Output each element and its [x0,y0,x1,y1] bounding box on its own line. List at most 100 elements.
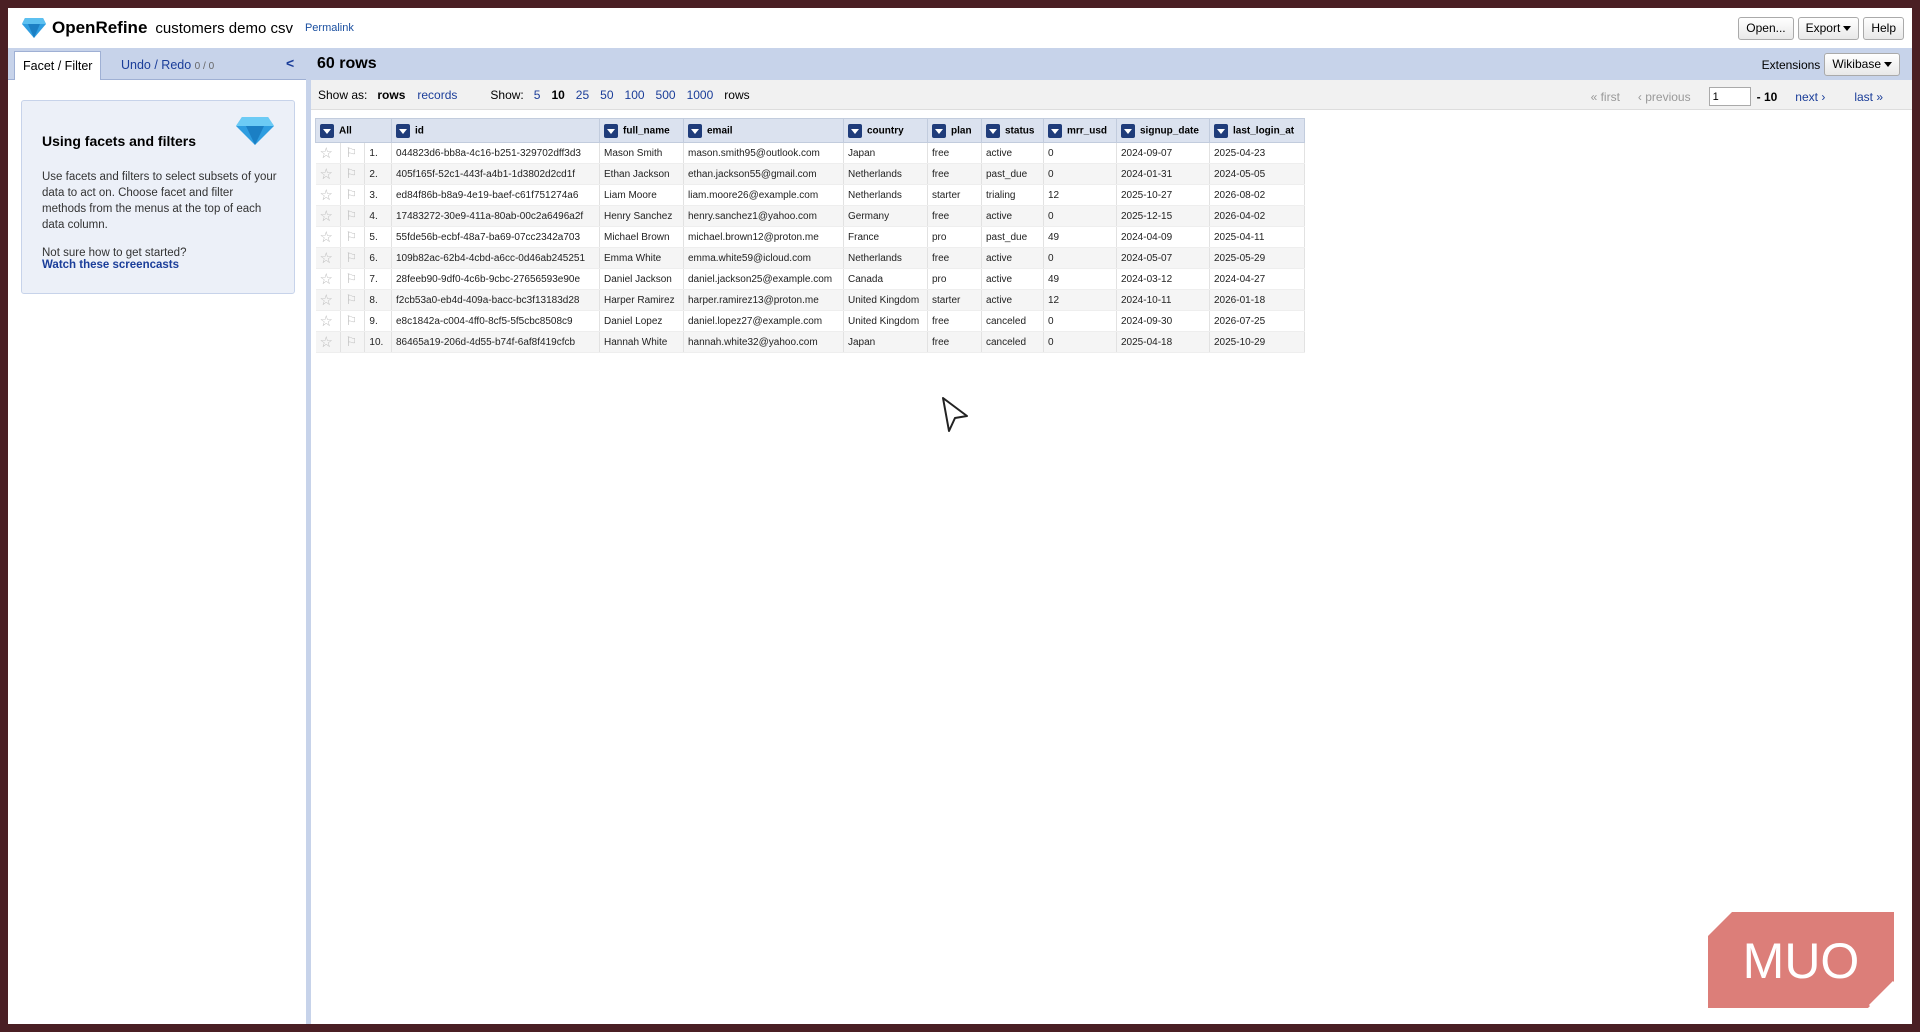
table-cell[interactable]: 2024-05-07 [1116,247,1210,269]
table-cell[interactable]: canceled [981,310,1044,332]
page-size-10[interactable]: 10 [551,88,564,102]
table-cell[interactable]: 2024-09-07 [1116,142,1210,164]
table-cell[interactable]: United Kingdom [843,289,928,311]
table-cell[interactable]: Japan [843,331,928,353]
table-cell[interactable]: Germany [843,205,928,227]
table-cell[interactable]: liam.moore26@example.com [683,184,844,206]
table-cell[interactable]: 55fde56b-ecbf-48a7-ba69-07cc2342a703 [391,226,600,248]
table-cell[interactable]: free [927,331,982,353]
first-page-link[interactable]: « first [1591,90,1620,104]
table-cell[interactable]: 2025-12-15 [1116,205,1210,227]
table-cell[interactable]: trialing [981,184,1044,206]
star-icon[interactable]: ☆ [315,142,342,164]
table-cell[interactable]: active [981,268,1044,290]
column-header-status[interactable]: status [981,118,1044,143]
table-cell[interactable]: 109b82ac-62b4-4cbd-a6cc-0d46ab245251 [391,247,600,269]
flag-icon[interactable]: ⚐ [340,226,366,248]
table-cell[interactable]: 2024-05-05 [1209,163,1305,185]
table-cell[interactable]: emma.white59@icloud.com [683,247,844,269]
table-cell[interactable]: Netherlands [843,184,928,206]
table-cell[interactable]: 2024-03-12 [1116,268,1210,290]
flag-icon[interactable]: ⚐ [340,247,366,269]
openrefine-logo-icon[interactable] [22,18,46,38]
table-cell[interactable]: Emma White [599,247,684,269]
table-cell[interactable]: michael.brown12@proton.me [683,226,844,248]
screencasts-link[interactable]: Watch these screencasts [42,259,276,271]
dropdown-icon[interactable] [1048,123,1062,138]
page-size-50[interactable]: 50 [600,88,613,102]
star-icon[interactable]: ☆ [315,163,342,185]
table-cell[interactable]: hannah.white32@yahoo.com [683,331,844,353]
table-cell[interactable]: Daniel Jackson [599,268,684,290]
table-cell[interactable]: Hannah White [599,331,684,353]
table-cell[interactable]: active [981,289,1044,311]
flag-icon[interactable]: ⚐ [340,268,366,290]
table-cell[interactable]: 2025-10-27 [1116,184,1210,206]
table-cell[interactable]: pro [927,268,982,290]
table-cell[interactable]: 2024-04-09 [1116,226,1210,248]
star-icon[interactable]: ☆ [315,310,342,332]
column-header-last-login-at[interactable]: last_login_at [1209,118,1305,143]
table-cell[interactable]: Canada [843,268,928,290]
table-cell[interactable]: 2025-04-23 [1209,142,1305,164]
dropdown-icon[interactable] [688,123,702,138]
table-cell[interactable]: e8c1842a-c004-4ff0-8cf5-5f5cbc8508c9 [391,310,600,332]
table-cell[interactable]: 405f165f-52c1-443f-a4b1-1d3802d2cd1f [391,163,600,185]
dropdown-icon[interactable] [848,123,862,138]
table-cell[interactable]: 2026-01-18 [1209,289,1305,311]
table-cell[interactable]: f2cb53a0-eb4d-409a-bacc-bc3f13183d28 [391,289,600,311]
star-icon[interactable]: ☆ [315,247,342,269]
star-icon[interactable]: ☆ [315,331,342,353]
table-cell[interactable]: United Kingdom [843,310,928,332]
column-header-signup-date[interactable]: signup_date [1116,118,1210,143]
table-cell[interactable]: 2025-04-18 [1116,331,1210,353]
table-cell[interactable]: active [981,142,1044,164]
page-number-input[interactable] [1708,87,1751,106]
table-cell[interactable]: 2024-10-11 [1116,289,1210,311]
previous-page-link[interactable]: ‹ previous [1638,90,1691,104]
table-cell[interactable]: Harper Ramirez [599,289,684,311]
table-cell[interactable]: mason.smith95@outlook.com [683,142,844,164]
open-button[interactable]: Open... [1738,17,1794,40]
table-cell[interactable]: free [927,247,982,269]
column-header-mrr-usd[interactable]: mrr_usd [1043,118,1117,143]
column-header-plan[interactable]: plan [927,118,982,143]
table-cell[interactable]: Mason Smith [599,142,684,164]
table-cell[interactable]: 2026-08-02 [1209,184,1305,206]
table-cell[interactable]: 2026-04-02 [1209,205,1305,227]
show-as-rows[interactable]: rows [377,88,405,102]
app-name[interactable]: OpenRefine [52,18,147,38]
export-button[interactable]: Export [1797,17,1860,40]
table-cell[interactable]: pro [927,226,982,248]
flag-icon[interactable]: ⚐ [340,331,366,353]
table-cell[interactable]: 2025-10-29 [1209,331,1305,353]
table-cell[interactable]: 2024-04-27 [1209,268,1305,290]
page-size-100[interactable]: 100 [625,88,645,102]
table-cell[interactable]: France [843,226,928,248]
star-icon[interactable]: ☆ [315,184,342,206]
table-cell[interactable]: 2025-04-11 [1209,226,1305,248]
flag-icon[interactable]: ⚐ [340,184,366,206]
column-header-all[interactable]: All [315,118,392,143]
table-cell[interactable]: free [927,205,982,227]
tab-facet-filter[interactable]: Facet / Filter [14,51,102,80]
column-header-country[interactable]: country [843,118,928,143]
table-cell[interactable]: Netherlands [843,163,928,185]
table-cell[interactable]: henry.sanchez1@yahoo.com [683,205,844,227]
page-size-500[interactable]: 500 [656,88,676,102]
table-cell[interactable]: ed84f86b-b8a9-4e19-baef-c61f751274a6 [391,184,600,206]
table-cell[interactable]: 0 [1043,331,1117,353]
table-cell[interactable]: daniel.jackson25@example.com [683,268,844,290]
collapse-panel-icon[interactable]: < [286,55,294,71]
star-icon[interactable]: ☆ [315,226,342,248]
dropdown-icon[interactable] [396,123,410,138]
show-as-records[interactable]: records [417,88,457,102]
table-cell[interactable]: 17483272-30e9-411a-80ab-00c2a6496a2f [391,205,600,227]
flag-icon[interactable]: ⚐ [340,289,366,311]
dropdown-icon[interactable] [320,123,334,138]
table-cell[interactable]: 2024-09-30 [1116,310,1210,332]
star-icon[interactable]: ☆ [315,289,342,311]
table-cell[interactable]: daniel.lopez27@example.com [683,310,844,332]
flag-icon[interactable]: ⚐ [340,142,366,164]
page-size-1000[interactable]: 1000 [687,88,714,102]
